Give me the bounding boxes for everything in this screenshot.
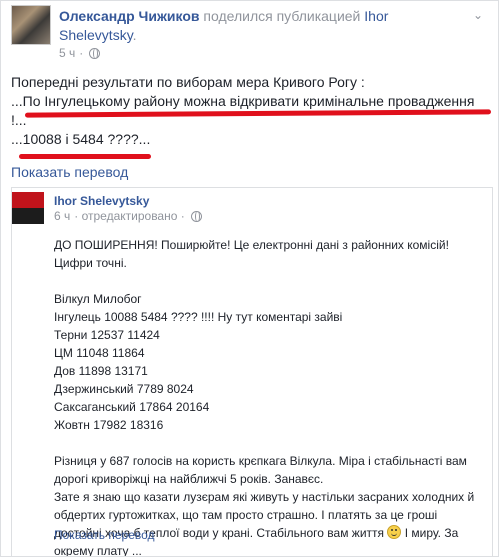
shared-text-line: Саксаганський 17864 20164	[54, 400, 210, 414]
shared-text-line: дорогі криворіжці на найближчі 5 років. …	[54, 472, 324, 486]
shared-post-body: ДО ПОШИРЕННЯ! Поширюйте! Це електронні д…	[54, 236, 486, 557]
shared-text-line: Терни 12537 11424	[54, 328, 160, 342]
post-header-text: Олександр Чижиков поделился публикацией …	[59, 7, 459, 45]
shared-text-line: Дов 11898 13171	[54, 364, 148, 378]
meta-separator: ·	[79, 46, 84, 60]
shared-text-line: обдертих гуртожитках, що там просто стра…	[54, 508, 438, 522]
post-text-line: ...По Інгулецькому району можна відкрива…	[11, 93, 475, 109]
shared-text-line: Зате я знаю що казати лузєрам які живуть…	[54, 490, 475, 504]
edited-label: · отредактировано ·	[74, 209, 185, 223]
show-translation-link[interactable]: Показать перевод	[11, 164, 128, 180]
shared-text-line: Різниця у 687 голосів на користь крєпкаг…	[54, 454, 467, 468]
post-meta: 5 ч ·	[59, 46, 101, 60]
shared-author-name-link[interactable]: Ihor Shelevytsky	[54, 194, 149, 208]
share-verb: поделился публикацией	[203, 8, 361, 24]
shared-text-line: Інгулець 10088 5484 ???? !!!! Ну тут ком…	[54, 310, 343, 324]
flag-red-stripe	[12, 192, 44, 208]
chevron-down-icon[interactable]: ⌄	[470, 7, 486, 23]
shared-text-fragment: І миру. За	[404, 526, 459, 540]
shared-text-line: ЦМ 11048 11864	[54, 346, 145, 360]
shared-suffix: .	[132, 27, 137, 43]
shared-text-line: окрему плату ...	[54, 544, 142, 557]
shared-text-line: Жовтн 17982 18316	[54, 418, 164, 432]
shared-text-line: ДО ПОШИРЕННЯ! Поширюйте! Це електронні д…	[54, 238, 449, 252]
shared-text-line: Вілкул Милобог	[54, 292, 142, 306]
author-name-link[interactable]: Олександр Чижиков	[59, 8, 200, 24]
shared-post: Ihor Shelevytsky 6 ч · отредактировано ·…	[11, 187, 493, 557]
shared-author-avatar[interactable]	[12, 192, 44, 224]
shared-post-time[interactable]: 6 ч	[54, 209, 70, 223]
feed-post: Олександр Чижиков поделился публикацией …	[0, 0, 499, 557]
post-text-line: ...10088 і 5484 ????...	[11, 131, 151, 147]
shared-text-line: Цифри точні.	[54, 256, 127, 270]
author-avatar[interactable]	[11, 5, 51, 45]
flag-black-stripe	[12, 208, 44, 224]
shared-post-meta: 6 ч · отредактировано ·	[54, 209, 202, 223]
red-underline-mark	[19, 154, 151, 159]
post-text-line: Попередні результати по виборам мера Кри…	[11, 74, 365, 90]
globe-icon	[190, 210, 202, 222]
shared-text-line: Дзержинський 7789 8024	[54, 382, 194, 396]
post-time[interactable]: 5 ч	[59, 46, 75, 60]
smile-emoji-icon	[387, 525, 402, 539]
globe-icon	[89, 47, 101, 59]
shared-show-translation-link[interactable]: Показать перевод	[54, 528, 155, 542]
